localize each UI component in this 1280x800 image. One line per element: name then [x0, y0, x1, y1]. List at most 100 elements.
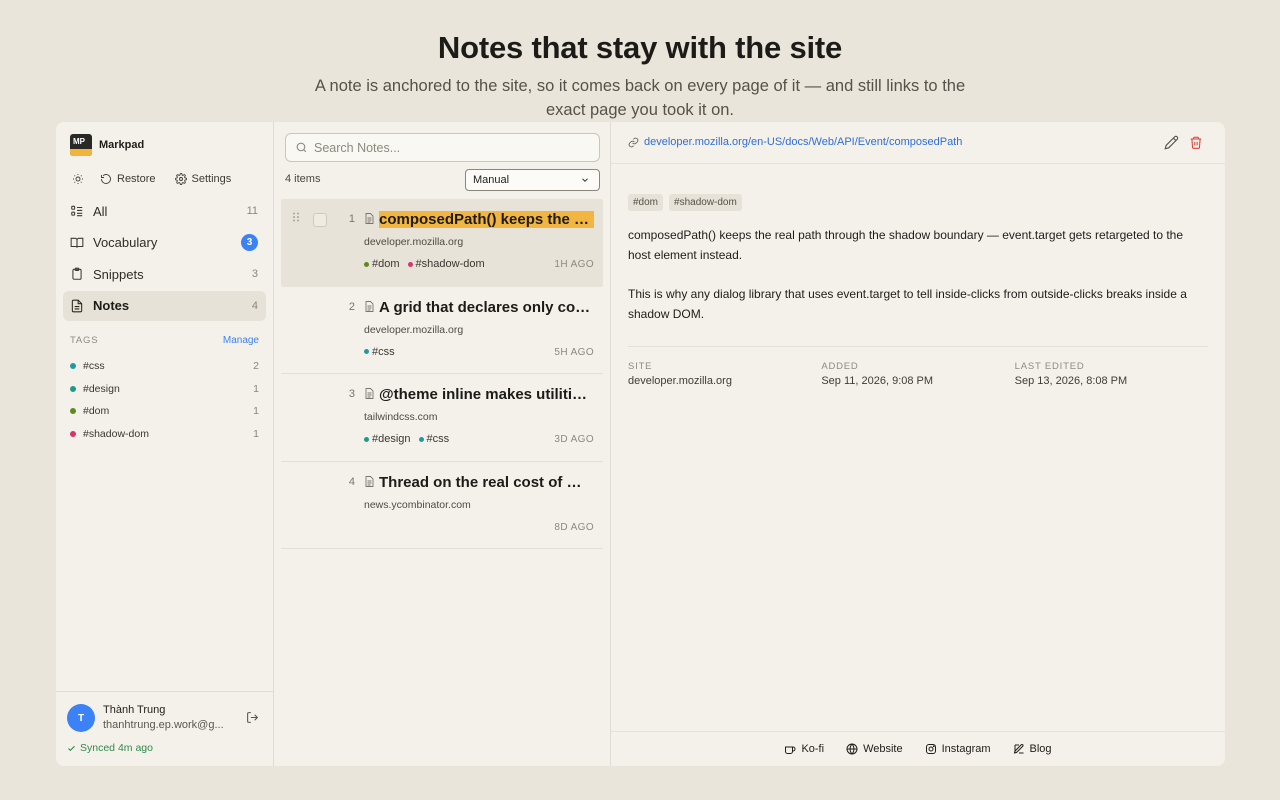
note-paragraph: composedPath() keeps the real path throu…	[628, 228, 1184, 262]
tag-list: #css 2 #design 1 #dom 1 #shadow-dom 1	[70, 355, 259, 445]
note-body[interactable]: composedPath() keeps the real path throu…	[628, 226, 1208, 325]
tag-item-design[interactable]: #design 1	[70, 378, 259, 401]
manage-tags-link[interactable]: Manage	[223, 335, 259, 346]
tag-item-dom[interactable]: #dom 1	[70, 400, 259, 423]
note-tag: #css	[364, 346, 395, 358]
sidebar-item-label: Notes	[93, 298, 130, 314]
note-tag: #shadow-dom	[407, 258, 485, 270]
drag-handle-icon[interactable]	[292, 212, 300, 222]
blog-link[interactable]: Blog	[1013, 743, 1052, 755]
note-number: 1	[348, 213, 355, 225]
settings-button[interactable]: Settings	[170, 171, 237, 187]
tag-item-css[interactable]: #css 2	[70, 355, 259, 378]
meta-value: Sep 13, 2026, 8:08 PM	[1014, 375, 1128, 387]
note-checkbox[interactable]	[313, 213, 327, 227]
note-tags: #dom #shadow-dom	[364, 258, 485, 270]
meta-added: ADDED Sep 11, 2026, 9:08 PM	[821, 361, 1014, 387]
sidebar: MP Markpad Restore Settings All 11 Vocab…	[56, 122, 274, 766]
pencil-icon[interactable]	[1164, 135, 1179, 150]
note-icon	[71, 299, 83, 313]
user-name: Thành Trung	[103, 704, 166, 716]
meta-label: ADDED	[821, 361, 859, 372]
tag-chip[interactable]: #dom	[628, 194, 664, 211]
notes-list-panel: 4 items Manual 1 composedPath() keeps th…	[274, 122, 611, 766]
website-link[interactable]: Website	[846, 743, 903, 755]
trash-icon[interactable]	[1189, 135, 1203, 150]
tag-count: 1	[253, 405, 259, 418]
meta-last-edited: LAST EDITED Sep 13, 2026, 8:08 PM	[1015, 361, 1208, 387]
sidebar-toolbar: Restore Settings	[67, 171, 236, 187]
restore-button[interactable]: Restore	[95, 171, 161, 187]
hero-title: Notes that stay with the site	[437, 30, 843, 65]
tags-header: TAGS Manage	[70, 335, 259, 346]
sidebar-item-notes[interactable]: Notes 4	[63, 290, 266, 321]
instagram-link[interactable]: Instagram	[925, 743, 991, 755]
note-meta: SITE developer.mozilla.org ADDED Sep 11,…	[628, 346, 1208, 387]
note-age: 5H AGO	[554, 346, 594, 358]
note-tags: #design #css	[364, 433, 449, 445]
note-item[interactable]: 1 composedPath() keeps the real path thr…	[281, 199, 603, 287]
note-item[interactable]: 2 A grid that declares only columns deve…	[281, 287, 603, 374]
sidebar-item-badge: 3	[241, 234, 258, 252]
avatar[interactable]: T	[67, 704, 95, 732]
user-panel: T Thành Trung thanhtrung.ep.work@g... Sy…	[56, 691, 274, 766]
meta-value: Sep 11, 2026, 9:08 PM	[821, 375, 934, 387]
gear-icon	[174, 173, 187, 185]
globe-icon	[846, 743, 858, 755]
note-item[interactable]: 4 Thread on the real cost of microservic…	[281, 462, 603, 549]
sort-select-value: Manual	[473, 174, 510, 186]
tag-count: 1	[253, 382, 259, 395]
note-item[interactable]: 3 @theme inline makes utilities referenc…	[281, 374, 603, 462]
link-icon	[628, 137, 639, 147]
app-name: Markpad	[99, 139, 145, 151]
user-email: thanhtrung.ep.work@g...	[103, 719, 224, 731]
note-title: A grid that declares only columns	[379, 298, 594, 316]
sun-icon	[73, 174, 83, 184]
note-domain: developer.mozilla.org	[364, 323, 464, 336]
note-list: 1 composedPath() keeps the real path thr…	[281, 199, 603, 549]
sidebar-item-count: 3	[251, 268, 258, 281]
source-url: developer.mozilla.org/en-US/docs/Web/API…	[644, 136, 963, 148]
theme-toggle-button[interactable]	[67, 171, 89, 187]
meta-label: LAST EDITED	[1014, 361, 1085, 372]
footer-links: Ko-fi Website Instagram Blog	[611, 732, 1225, 766]
note-number: 4	[348, 475, 355, 488]
search-box	[285, 133, 600, 162]
sidebar-item-all[interactable]: All 11	[63, 196, 266, 226]
sidebar-item-vocabulary[interactable]: Vocabulary 3	[63, 228, 266, 258]
source-url-link[interactable]: developer.mozilla.org/en-US/docs/Web/API…	[628, 136, 962, 148]
sidebar-item-label: All	[93, 203, 108, 219]
note-age: 8D AGO	[554, 521, 594, 533]
sidebar-item-label: Snippets	[93, 266, 144, 282]
note-title: @theme inline makes utilities reference …	[379, 386, 594, 403]
note-tag: #css	[418, 433, 449, 445]
chevron-down-icon	[582, 178, 588, 182]
logout-icon[interactable]	[246, 711, 259, 724]
tag-name: #dom	[83, 405, 110, 418]
tag-chip[interactable]: #shadow-dom	[669, 194, 742, 211]
items-count: 4 items	[285, 173, 321, 185]
meta-value: developer.mozilla.org	[628, 375, 732, 387]
document-icon	[365, 300, 374, 312]
kofi-link[interactable]: Ko-fi	[784, 743, 824, 755]
sidebar-item-count: 4	[251, 299, 258, 312]
search-input[interactable]	[314, 140, 584, 155]
tag-name: #design	[83, 382, 120, 395]
coffee-icon	[785, 746, 796, 754]
restore-label: Restore	[117, 173, 156, 185]
document-icon	[365, 475, 374, 487]
note-age: 3D AGO	[554, 434, 594, 445]
meta-label: SITE	[628, 361, 653, 372]
settings-label: Settings	[191, 173, 232, 185]
sync-status: Synced 4m ago	[67, 742, 153, 754]
tag-item-shadow-dom[interactable]: #shadow-dom 1	[70, 423, 259, 446]
note-age: 1H AGO	[554, 259, 594, 270]
sidebar-item-count: 11	[246, 205, 258, 217]
tag-color-dot	[70, 385, 76, 392]
sync-status-label: Synced 4m ago	[80, 742, 153, 754]
sidebar-item-snippets[interactable]: Snippets 3	[63, 259, 266, 289]
app-window: MP Markpad Restore Settings All 11 Vocab…	[56, 122, 1225, 766]
hero-subtitle: A note is anchored to the site, so it co…	[314, 77, 966, 119]
meta-site: SITE developer.mozilla.org	[628, 361, 821, 387]
sort-select[interactable]: Manual	[465, 169, 600, 191]
